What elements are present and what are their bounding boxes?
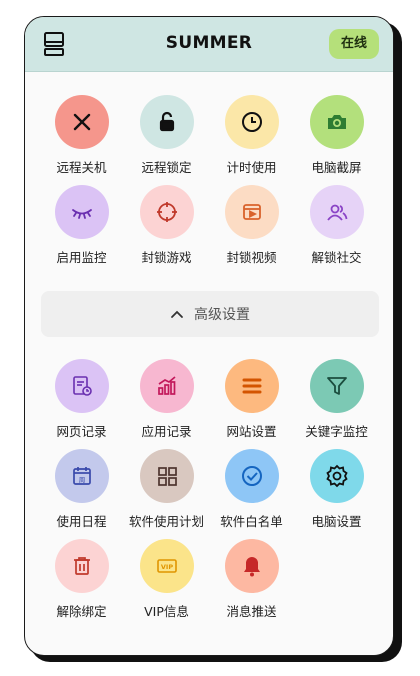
calendar-icon: 周 <box>54 449 109 503</box>
users-icon <box>309 185 364 239</box>
block-games-button[interactable]: 封锁游戏 <box>124 185 209 266</box>
status-badge: 在线 <box>329 29 379 59</box>
filter-icon <box>309 359 364 413</box>
main-card: SUMMER 在线 远程关机 远程锁定 计时使用 电脑截屏 启用监控 封锁游戏 … <box>24 16 394 656</box>
close-icon <box>54 95 109 149</box>
block-video-label: 封锁视频 <box>226 250 277 265</box>
timer-button[interactable]: 计时使用 <box>209 95 294 176</box>
app-log-label: 应用记录 <box>141 424 192 439</box>
svg-text:VIP: VIP <box>160 563 172 571</box>
unlock-social-label: 解锁社交 <box>311 250 362 265</box>
chevron-up-icon <box>171 310 183 318</box>
unbind-label: 解除绑定 <box>56 604 107 619</box>
bell-icon <box>224 539 279 593</box>
check-icon <box>224 449 279 503</box>
monitor-button[interactable]: 启用监控 <box>39 185 124 266</box>
menu-icon <box>224 359 279 413</box>
keyword-monitor-button[interactable]: 关键字监控 <box>294 359 379 440</box>
web-log-icon <box>54 359 109 413</box>
software-plan-label: 软件使用计划 <box>128 514 204 529</box>
pc-settings-button[interactable]: 电脑设置 <box>294 449 379 530</box>
gear-icon <box>309 449 364 503</box>
unlock-icon <box>139 95 194 149</box>
web-log-button[interactable]: 网页记录 <box>39 359 124 440</box>
schedule-button[interactable]: 周 使用日程 <box>39 449 124 530</box>
camera-icon <box>309 95 364 149</box>
website-settings-label: 网站设置 <box>226 424 277 439</box>
pc-settings-label: 电脑设置 <box>311 514 362 529</box>
monitor-label: 启用监控 <box>56 250 107 265</box>
timer-label: 计时使用 <box>226 160 277 175</box>
vip-icon: VIP <box>139 539 194 593</box>
website-settings-button[interactable]: 网站设置 <box>209 359 294 440</box>
block-video-button[interactable]: 封锁视频 <box>209 185 294 266</box>
web-log-label: 网页记录 <box>56 424 107 439</box>
app-log-button[interactable]: 应用记录 <box>124 359 209 440</box>
target-icon <box>139 185 194 239</box>
software-plan-button[interactable]: 软件使用计划 <box>124 449 209 530</box>
unbind-button[interactable]: 解除绑定 <box>39 539 124 620</box>
header: SUMMER 在线 <box>25 17 393 72</box>
advanced-settings-label: 高级设置 <box>194 307 250 323</box>
block-games-label: 封锁游戏 <box>141 250 192 265</box>
notification-label: 消息推送 <box>226 604 277 619</box>
svg-text:周: 周 <box>78 476 85 484</box>
remote-lock-label: 远程锁定 <box>141 160 192 175</box>
keyword-monitor-label: 关键字监控 <box>305 424 368 439</box>
vip-info-label: VIP信息 <box>144 604 189 619</box>
eye-icon <box>54 185 109 239</box>
schedule-label: 使用日程 <box>56 514 107 529</box>
video-icon <box>224 185 279 239</box>
advanced-settings-toggle[interactable]: 高级设置 <box>41 291 379 337</box>
shutdown-button[interactable]: 远程关机 <box>39 95 124 176</box>
remote-lock-button[interactable]: 远程锁定 <box>124 95 209 176</box>
shutdown-label: 远程关机 <box>56 160 107 175</box>
chart-icon <box>139 359 194 413</box>
screenshot-button[interactable]: 电脑截屏 <box>294 95 379 176</box>
whitelist-label: 软件白名单 <box>220 514 283 529</box>
whitelist-button[interactable]: 软件白名单 <box>209 449 294 530</box>
notification-button[interactable]: 消息推送 <box>209 539 294 620</box>
vip-info-button[interactable]: VIP VIP信息 <box>124 539 209 620</box>
apps-icon <box>139 449 194 503</box>
unlock-social-button[interactable]: 解锁社交 <box>294 185 379 266</box>
clock-icon <box>224 95 279 149</box>
trash-icon <box>54 539 109 593</box>
screenshot-label: 电脑截屏 <box>311 160 362 175</box>
